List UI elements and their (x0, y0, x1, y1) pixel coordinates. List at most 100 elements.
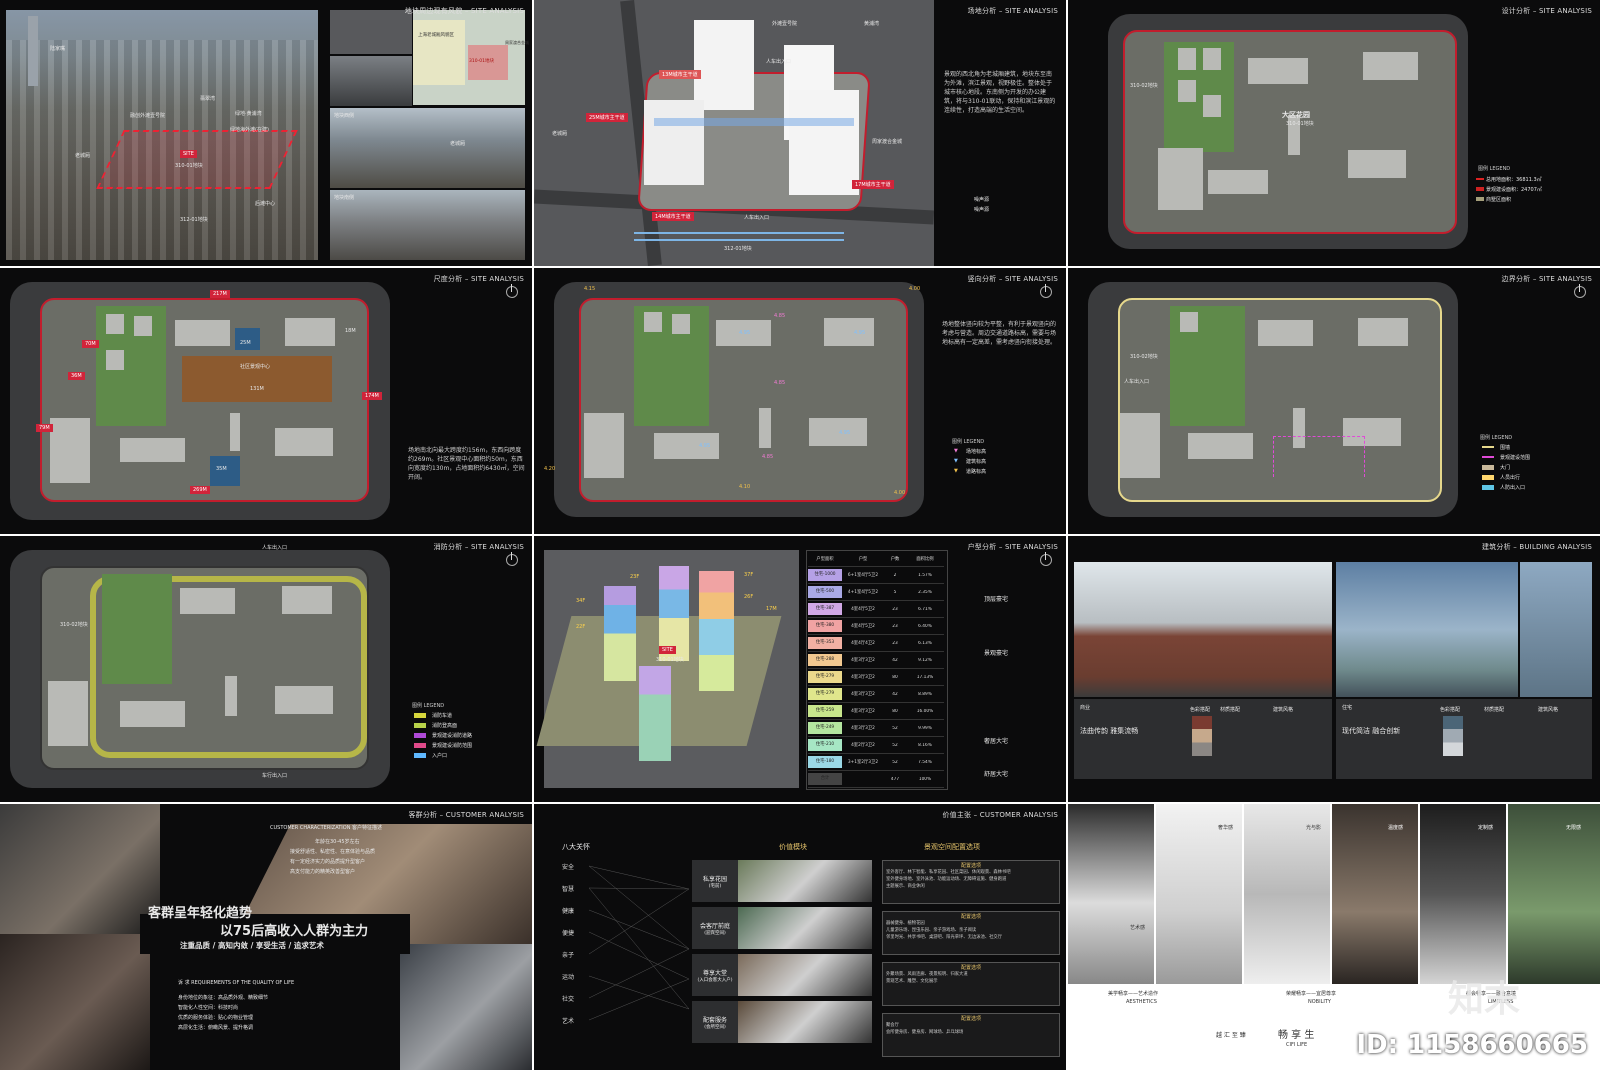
housing-cluster (102, 574, 172, 684)
table-cell: 42 (892, 657, 898, 663)
table-cell: 住宅-500 (808, 586, 842, 598)
north-arrow-icon (506, 284, 518, 298)
tower-4 (120, 438, 185, 462)
elev-1: 4.15 (584, 286, 596, 292)
mood-strip-6 (1508, 804, 1600, 984)
module-row: 会客厅前庭 (迎宾空间) (692, 907, 872, 949)
panel-unit-type: SITE 310-01地块 34F 22F 23F 37F 26F 17M 户型… (534, 536, 1066, 802)
option-line: 儿童游乐场、昆虫乐园、亲子游戏场、亲子阅读 (886, 928, 977, 933)
sub-material-r: 材质搭配 (1484, 707, 1505, 713)
table-cell: 户型 (858, 557, 868, 562)
villa-a (106, 314, 124, 334)
table-cell: 户型面积 (816, 557, 834, 562)
panel-elevation: 4.15 4.95 4.95 4.85 4.85 4.85 4.95 4.95 … (534, 268, 1066, 534)
panel-building: 商业 法曲传韵 雅集流畅 色彩搭配 材质搭配 建筑风格 住宅 现代简洁 融合创新… (1068, 536, 1600, 802)
table-cell: 8.89% (918, 691, 932, 697)
legend-marker-1-icon: ▼ (954, 448, 958, 454)
table-cell: 3+1室2厅3卫2 (847, 760, 879, 765)
tower-5 (275, 428, 333, 456)
label-old-town: 老城厢 (75, 153, 91, 159)
legend-swatch-1 (414, 713, 426, 718)
table-cell: 2.35% (918, 589, 932, 595)
panel-title: 建筑分析 – BUILDING ANALYSIS (1482, 543, 1592, 551)
bottom-nobility-en: NOBILITY (1308, 999, 1331, 1005)
panel-aerial: SITE 陆家嘴 翡翠湾 绿地·黄浦湾 绿地海外滩(在建) 融创外滩壹号院 老城… (0, 0, 532, 266)
table-cell: 4室3厅3卫2 (851, 675, 875, 680)
panel-title: 边界分析 – SITE ANALYSIS (1501, 275, 1592, 283)
tower-d2 (1363, 52, 1418, 80)
tower-2 (285, 318, 335, 346)
option-title: 配置选项 (960, 1016, 981, 1022)
module-photo (738, 1001, 872, 1043)
bottom-nobility-cn: 荣耀畅享——宜居尊享 (1286, 991, 1337, 997)
table-row: 住宅-353 4室4厅4卫2 23 6.13% (808, 635, 944, 652)
panel-scale: 社区景观中心 217M 269M 79M 36M 70M 174M 131M 2… (0, 268, 532, 534)
legend-item-2: 景观建设面积：24707㎡ (1486, 187, 1542, 193)
tower-6 (48, 681, 88, 746)
option-title: 配置选项 (960, 914, 981, 920)
villa-block-1 (1178, 48, 1196, 70)
table-cell: 住宅-353 (808, 637, 842, 649)
road-tag-14m: 14M城市主干道 (652, 212, 694, 221)
photo-street (330, 56, 412, 106)
sub-style-l: 建筑风格 (1273, 707, 1294, 713)
table-cell: 7.54% (918, 759, 932, 765)
tag-commercial: 商业 (1080, 705, 1091, 711)
legend-title: 图例 LEGEND (412, 703, 445, 709)
old-town-zone (413, 20, 465, 85)
photo-woman (0, 934, 150, 1070)
caption-luxury: 奢华感 (1218, 825, 1234, 831)
option-box: 配置选项 室外客厅、林下智能、私享花园、社区菜园、休闲观景、森林书吧 室外健身场地、… (882, 860, 1060, 904)
legend-fire-lane: 消防车道 (432, 713, 453, 719)
photo-west (330, 108, 525, 188)
render-tower (1520, 562, 1592, 697)
label-310: 310-01地块 (656, 657, 684, 663)
label-312: 312-01地块 (724, 246, 752, 252)
module-sub: (迎宾空间) (704, 930, 726, 936)
panel-title: 消防分析 – SITE ANALYSIS (433, 543, 524, 551)
tower-3 (759, 408, 771, 448)
elev-7: 4.95 (699, 443, 711, 449)
option-line: 室外健身场地、室外泳池、功能运动场、无障碍设施、健身跑道 (886, 877, 1007, 882)
module-row: 私享花园 (宅前) (692, 860, 872, 902)
caption-custom: 定制感 (1478, 825, 1494, 831)
legend-title: 图例 LEGEND (952, 439, 985, 445)
module-name: 会客厅前庭 (699, 922, 730, 930)
label-zhoujiadu2: 周家渡合金城 (872, 139, 903, 145)
tower-6 (50, 418, 90, 483)
legend-item-1: 总用地面积：36811.3㎡ (1486, 177, 1542, 183)
dim-25m: 25M (240, 340, 251, 346)
table-cell: 16.00% (916, 708, 934, 714)
option-box: 配置选项 器械健身、植物花园 儿童游乐场、昆虫乐园、亲子游戏场、亲子阅读 邻里时光、共… (882, 911, 1060, 955)
col-options: 景观空间配置选项 (924, 843, 980, 851)
site-text: 景观的西北角为老城厢建筑，地块东至南为外滩，滨江景观，视野极佳。整体处于城市核心… (944, 71, 1056, 114)
table-cell: 6.40% (918, 623, 932, 629)
label-310-02: 310-02地块 (60, 622, 88, 628)
sub-material-l: 材质搭配 (1220, 707, 1241, 713)
table-cell: 9.12% (918, 657, 932, 663)
req-3: 优质的服务体验：贴心的物业管理 (178, 1015, 254, 1021)
option-title: 配置选项 (960, 863, 981, 869)
label-zhoujiadu: 周家渡合金城 (505, 40, 529, 45)
elev-5: 4.85 (774, 380, 786, 386)
legend-title: 图例 LEGEND (1480, 435, 1513, 441)
sub-style-r: 建筑风格 (1538, 707, 1559, 713)
table-row: 住宅-380 4室4厅5卫2 23 6.40% (808, 618, 944, 635)
table-row: 住宅-387 4室4厅5卫2 23 6.71% (808, 601, 944, 618)
tower-a (604, 586, 636, 681)
module-photo (738, 860, 872, 902)
label-gate-1: 人车出入口 (766, 59, 792, 65)
headline-3: 注重品质 / 高知内敛 / 享受生活 / 追求艺术 (180, 941, 324, 950)
swatch-right (1443, 716, 1463, 756)
elev-6: 4.85 (762, 454, 774, 460)
group-comfort: 舒居大宅 (984, 771, 1009, 778)
module-sub: (宅前) (708, 883, 722, 889)
blue-zone-a (235, 328, 260, 350)
elev-12: 4.00 (909, 286, 921, 292)
photo-south (330, 190, 525, 260)
villa-a (1180, 312, 1198, 332)
table-cell: 100% (918, 776, 932, 782)
req-2: 智能化人性空间：科技时尚 (178, 1005, 239, 1011)
table-cell: 80 (892, 674, 898, 680)
tower-d (789, 90, 859, 195)
